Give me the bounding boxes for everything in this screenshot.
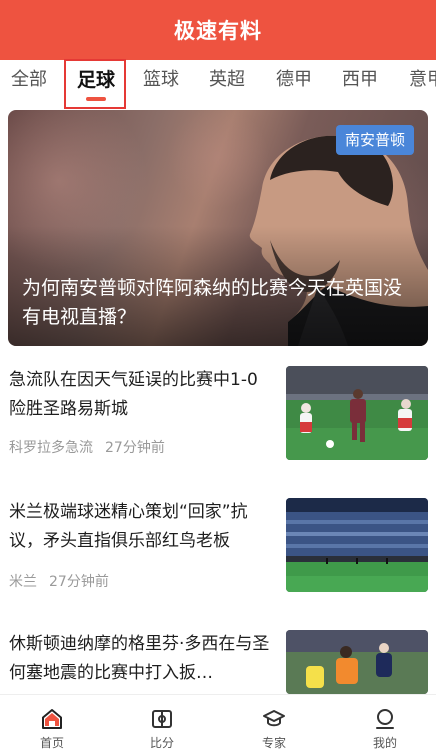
mortarboard-icon xyxy=(263,710,285,727)
active-tab-indicator xyxy=(86,97,106,101)
news-time: 27分钟前 xyxy=(49,574,109,590)
tab-serie-a[interactable]: 意甲 xyxy=(409,60,436,106)
tab-bundesliga[interactable]: 德甲 xyxy=(276,60,312,106)
news-title[interactable]: 急流队在因天气延误的比赛中1-0险胜圣路易斯城 xyxy=(9,366,271,424)
tab-la-liga[interactable]: 西甲 xyxy=(342,60,378,106)
hero-article-card[interactable]: 南安普顿 为何南安普顿对阵阿森纳的比赛今天在英国没有电视直播？ xyxy=(8,110,428,346)
home-icon xyxy=(42,709,62,729)
scoreboard-icon xyxy=(152,710,172,728)
news-title[interactable]: 米兰极端球迷精心策划“回家”抗议，矛头直指俱乐部红鸟老板 xyxy=(9,498,271,556)
nav-home[interactable]: 首页 xyxy=(12,695,92,756)
hero-title[interactable]: 为何南安普顿对阵阿森纳的比赛今天在英国没有电视直播？ xyxy=(22,274,414,332)
news-thumbnail xyxy=(286,366,428,460)
news-source: 米兰 xyxy=(9,574,37,590)
tab-premier-league[interactable]: 英超 xyxy=(209,60,245,106)
nav-profile[interactable]: 我的 xyxy=(345,695,425,756)
tab-all[interactable]: 全部 xyxy=(11,60,47,106)
nav-label: 我的 xyxy=(372,736,397,750)
nav-label: 首页 xyxy=(39,736,64,750)
team-badge[interactable]: 南安普顿 xyxy=(335,125,414,155)
tab-basketball[interactable]: 篮球 xyxy=(143,60,179,106)
news-time: 27分钟前 xyxy=(105,440,165,456)
nav-scores[interactable]: 比分 xyxy=(122,695,202,756)
news-meta: 科罗拉多急流 27分钟前 xyxy=(9,437,165,457)
news-meta: 米兰 27分钟前 xyxy=(9,571,109,591)
nav-label: 比分 xyxy=(149,736,174,750)
nav-label: 专家 xyxy=(261,736,286,750)
app-title: 极速有料 xyxy=(174,19,262,43)
profile-icon xyxy=(376,709,394,729)
nav-experts[interactable]: 专家 xyxy=(234,695,314,756)
news-source: 科罗拉多急流 xyxy=(9,440,93,456)
news-thumbnail xyxy=(286,630,428,694)
news-thumbnail xyxy=(286,498,428,592)
app-header: 极速有料 xyxy=(0,0,436,60)
category-tabs: 全部 足球 篮球 英超 德甲 西甲 意甲 xyxy=(0,60,436,106)
bottom-navigation: 首页 比分 专家 我的 xyxy=(0,694,436,756)
news-title[interactable]: 休斯顿迪纳摩的格里芬·多西在与圣何塞地震的比赛中打入扳… xyxy=(9,630,271,688)
